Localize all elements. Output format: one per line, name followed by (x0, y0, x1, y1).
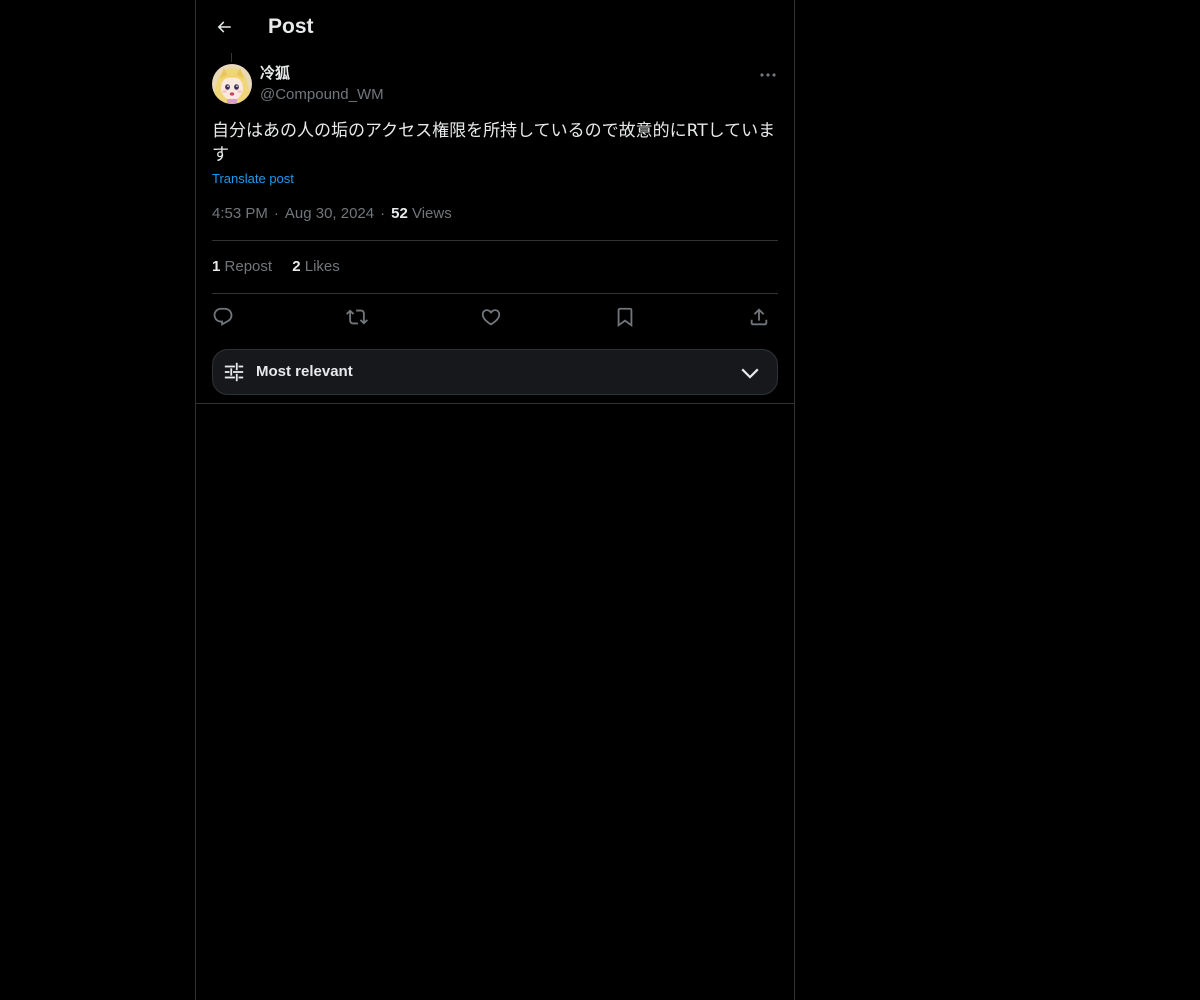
post-metadata: 4:53 PM · Aug 30, 2024 · 52 Views (212, 204, 452, 224)
thread-connector-line (231, 53, 232, 62)
reply-sort-dropdown[interactable]: Most relevant (212, 349, 778, 395)
author-handle[interactable]: @Compound_WM (260, 85, 384, 105)
sliders-icon (224, 362, 244, 382)
repost-arrows-icon (346, 309, 368, 325)
likes-count: 2 (292, 258, 301, 275)
meta-separator: · (273, 205, 279, 222)
meta-separator: · (380, 205, 386, 222)
divider (212, 240, 778, 241)
author-display-name[interactable]: 冷狐 (260, 64, 290, 84)
heart-icon (481, 309, 501, 326)
page-title: Post (268, 15, 314, 38)
more-options-button[interactable] (756, 64, 780, 86)
likes-label: Likes (304, 258, 340, 275)
reposts-label: Repost (224, 258, 273, 275)
primary-column: Post 冷狐 @Compound_WM 自分はあの人の垢のアクセス権限を所持し… (195, 0, 795, 1000)
divider (212, 293, 778, 294)
reposts-stat[interactable]: 1 Repost (212, 258, 272, 275)
post-date[interactable]: Aug 30, 2024 (285, 205, 374, 222)
ellipsis-icon (760, 73, 776, 77)
views-label: Views (411, 205, 452, 222)
translate-post-link[interactable]: Translate post (212, 170, 294, 188)
sort-label: Most relevant (256, 363, 353, 380)
like-button[interactable] (476, 302, 506, 332)
page-header: Post (196, 0, 794, 54)
bookmark-icon (617, 307, 633, 328)
back-button[interactable] (210, 13, 238, 41)
views-count: 52 (391, 205, 408, 222)
speech-bubble-icon (213, 307, 233, 326)
share-button[interactable] (744, 302, 774, 332)
post-time[interactable]: 4:53 PM (212, 205, 268, 222)
section-divider (196, 403, 794, 404)
action-bar (212, 302, 778, 332)
arrow-left-icon (217, 21, 231, 33)
likes-stat[interactable]: 2 Likes (292, 258, 340, 275)
bookmark-button[interactable] (610, 302, 640, 332)
chevron-down-icon (741, 368, 759, 379)
avatar-image (212, 64, 252, 104)
repost-button[interactable] (342, 302, 372, 332)
reposts-count: 1 (212, 258, 221, 275)
avatar[interactable] (212, 64, 252, 104)
post-text: 自分はあの人の垢のアクセス権限を所持しているので故意的にRTしています (212, 121, 776, 165)
share-upload-icon (750, 308, 768, 326)
reply-button[interactable] (208, 302, 238, 332)
engagement-stats: 1 Repost 2 Likes (212, 257, 356, 277)
